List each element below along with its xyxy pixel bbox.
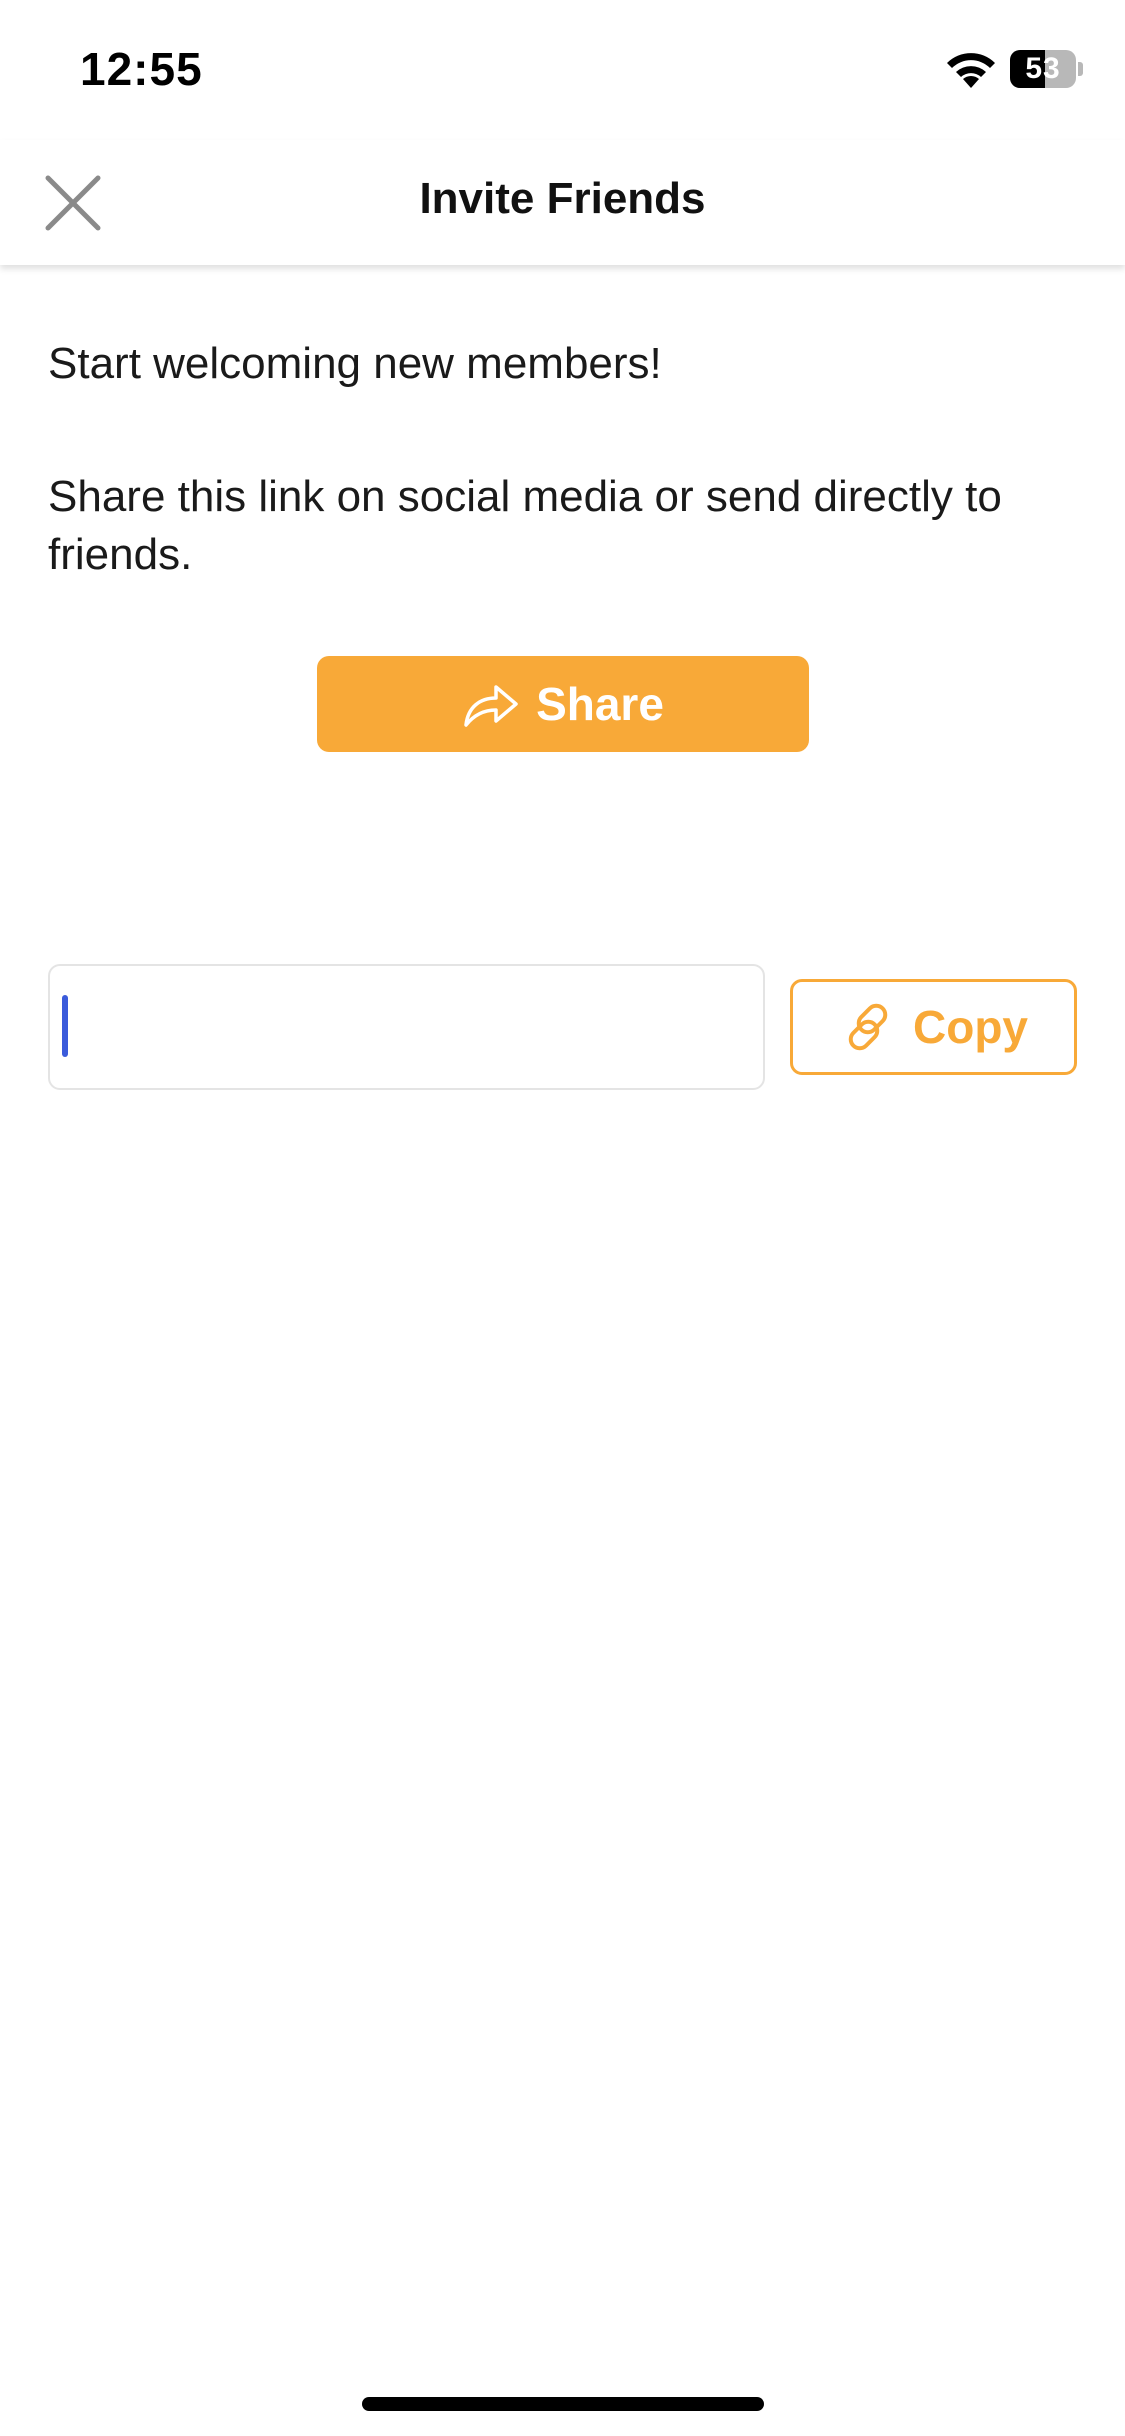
- nav-bar: Invite Friends: [0, 140, 1125, 265]
- share-arrow-icon: [464, 685, 518, 727]
- text-caret: [62, 995, 68, 1057]
- intro-text: Start welcoming new members!: [48, 339, 662, 388]
- wifi-icon: [947, 53, 995, 88]
- home-indicator: [362, 2397, 764, 2411]
- copy-button[interactable]: Copy: [790, 979, 1077, 1075]
- invite-friends-screen: 12:55 53 Invite Friends Start welcoming …: [0, 0, 1125, 2436]
- copy-button-label: Copy: [913, 1001, 1028, 1053]
- battery-label: 53: [1025, 52, 1061, 85]
- battery-indicator: 53: [1010, 50, 1083, 88]
- status-time: 12:55: [80, 43, 203, 95]
- share-button[interactable]: Share: [317, 656, 809, 752]
- battery-body: 53: [1010, 50, 1076, 88]
- invite-link-field[interactable]: [48, 964, 765, 1090]
- page-title: Invite Friends: [419, 174, 706, 223]
- battery-tip: [1078, 62, 1083, 76]
- status-bar: 12:55 53: [0, 0, 1125, 140]
- share-button-label: Share: [536, 678, 664, 730]
- link-icon: [848, 1003, 888, 1051]
- instructions-text: Share this link on social media or send …: [48, 472, 1002, 579]
